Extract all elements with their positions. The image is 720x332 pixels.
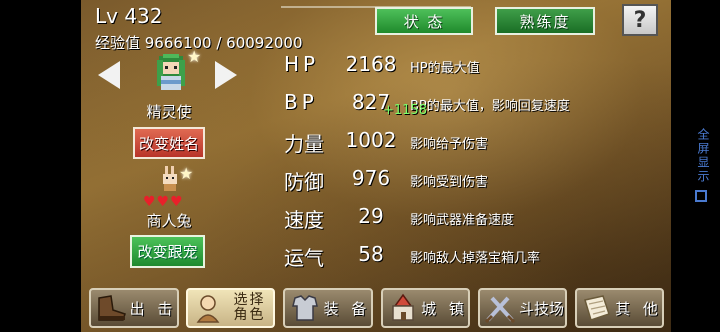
nav-select-character-line1: 选择: [233, 292, 266, 308]
arrow-right-icon[interactable]: [215, 61, 237, 89]
stat-desc-strength: 影响给予伤害: [410, 137, 489, 152]
stat-desc-bp: BP的最大值，影响回复速度: [410, 99, 570, 114]
stat-label-luck: 运气: [284, 246, 324, 270]
scroll-icon: [584, 295, 610, 321]
nav-other-label: 其 他: [615, 299, 662, 318]
stat-label-speed: 速度: [284, 208, 324, 232]
stat-value-speed: 29: [358, 204, 384, 228]
stat-desc-luck: 影响敌人掉落宝箱几率: [410, 251, 541, 266]
stat-label-strength: 力量: [284, 132, 324, 156]
character-icon: [196, 295, 220, 323]
nav-equipment-button[interactable]: 装 备: [283, 288, 373, 328]
stat-label-hp: HP: [284, 52, 320, 76]
nav-arena-label: 斗技场: [518, 299, 564, 318]
stat-desc-hp: HP的最大值: [410, 61, 480, 76]
change-pet-button[interactable]: 改变跟宠: [130, 235, 205, 268]
sword-icon: [484, 296, 516, 324]
level-label: Lv 432: [95, 4, 163, 28]
help-icon: ?: [633, 7, 647, 33]
star-icon: ★: [187, 47, 202, 66]
pet-hearts: ♥♥♥: [143, 194, 184, 210]
stat-value-strength: 1002: [345, 128, 397, 152]
stat-value-hp: 2168: [345, 52, 397, 76]
character-class: 精灵使: [146, 103, 192, 121]
nav-select-character-button[interactable]: 选择 角色: [186, 288, 275, 328]
nav-town-button[interactable]: 城 镇: [381, 288, 470, 328]
game-screen: Lv 432 经验值 9666100 / 60092000 状 态 熟练度 ? …: [81, 0, 671, 332]
castle-icon: [392, 293, 414, 321]
stat-desc-defense: 影响受到伤害: [410, 175, 489, 190]
stat-label-bp: BP: [284, 90, 318, 114]
fullscreen-icon[interactable]: [695, 190, 707, 202]
boot-icon: [98, 295, 126, 321]
stat-desc-speed: 影响武器准备速度: [410, 213, 515, 228]
nav-select-character-line2: 角色: [233, 307, 266, 323]
help-button[interactable]: ?: [622, 4, 658, 36]
nav-sortie-label: 出 击: [129, 299, 177, 318]
nav-select-character-label: 选择 角色: [226, 293, 273, 323]
arrow-left-icon[interactable]: [98, 61, 120, 89]
stat-value-defense: 976: [351, 166, 391, 190]
stat-value-luck: 58: [358, 242, 384, 266]
tab-proficiency[interactable]: 熟练度: [495, 7, 595, 35]
tab-status[interactable]: 状 态: [375, 7, 473, 35]
stat-label-defense: 防御: [284, 170, 324, 194]
star-icon: ★: [179, 164, 194, 183]
fullscreen-label[interactable]: 全屏显示: [694, 128, 712, 184]
nav-equipment-label: 装 备: [323, 299, 371, 318]
nav-town-label: 城 镇: [421, 299, 468, 318]
pet-sprite: [163, 166, 177, 191]
pet-name: 商人兔: [146, 212, 192, 230]
rename-button[interactable]: 改变姓名: [133, 127, 205, 159]
armor-icon: [292, 295, 318, 321]
nav-sortie-button[interactable]: 出 击: [89, 288, 179, 328]
stat-bonus-bp: +1158: [383, 103, 427, 118]
nav-other-button[interactable]: 其 他: [575, 288, 664, 328]
nav-arena-button[interactable]: 斗技场: [478, 288, 567, 328]
